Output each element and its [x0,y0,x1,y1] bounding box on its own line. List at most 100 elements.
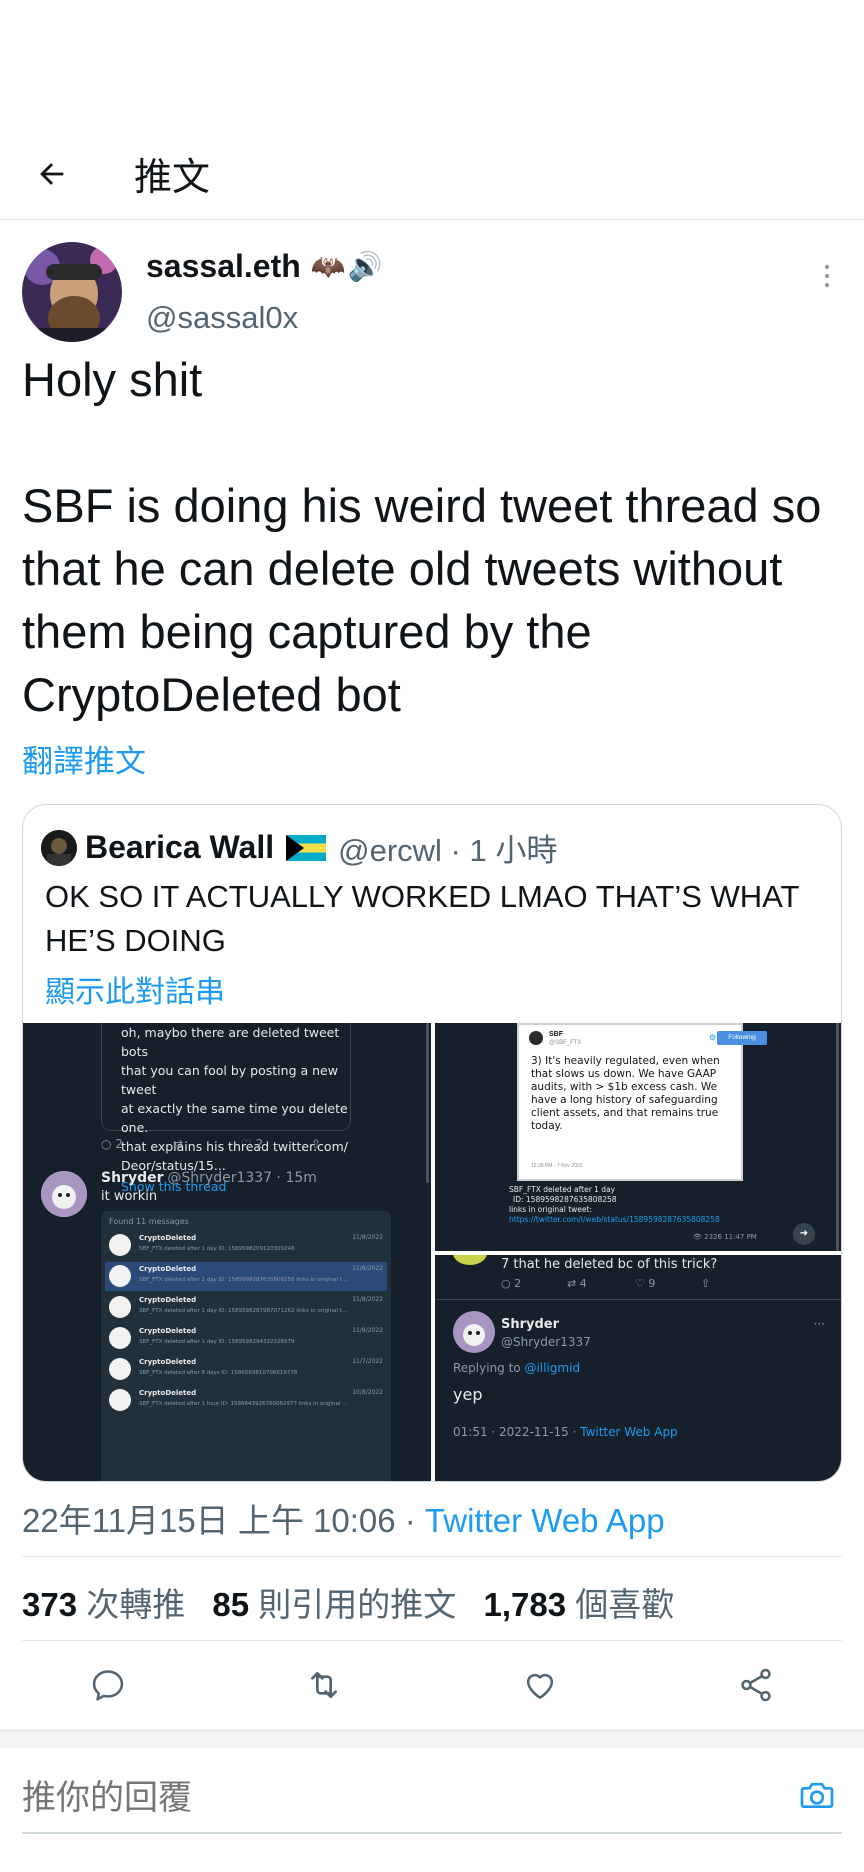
crypto-deleted-desc: SBF_FTX deleted after 1 day ID: 15895982… [139,1277,348,1283]
crypto-deleted-title: CryptoDeleted [139,1265,197,1273]
page-title: 推文 [134,157,211,199]
crypto-deleted-avatar [109,1389,131,1411]
quote-media-grid: oh, maybo there are deleted tweet bots t… [23,1023,841,1481]
crypto-deleted-title: CryptoDeleted [139,1327,197,1335]
like-count-icon: ♡ 2 [241,1137,264,1151]
views-icon: 👁 [693,1233,705,1241]
crypto-deleted-date: 11/7/2022 [352,1358,383,1365]
camera-icon [800,1782,834,1808]
avatar[interactable] [22,242,122,342]
crypto-deleted-desc: SBF_FTX deleted after 1 day ID: 15895982… [139,1246,295,1252]
media-br-source: Twitter Web App [580,1425,678,1439]
crypto-deleted-row: CryptoDeleted 11/7/2022 SBF_FTX deleted af… [105,1355,387,1384]
share-button[interactable] [726,1655,786,1715]
likes-stat[interactable]: 1,783 個喜歡 [483,1586,674,1623]
crypto-deleted-row: CryptoDeleted 11/8/2022 SBF_FTX deleted af… [105,1293,387,1322]
crypto-deleted-date: 11/8/2022 [352,1265,383,1272]
source-link[interactable]: Twitter Web App [425,1502,665,1539]
crypto-deleted-row: CryptoDeleted 10/8/2022 SBF_FTX deleted af… [105,1386,387,1415]
author-handle[interactable]: @sassal0x [146,300,298,336]
media-time: 11:47 PM [724,1233,757,1241]
media-top-text: 7 that he deleted bc of this trick? [501,1257,718,1272]
crypto-deleted-desc: SBF_FTX deleted after 1 day ID: 15895982… [139,1308,348,1314]
media-br-name: Shryder [501,1317,560,1332]
replying-prefix: Replying to [453,1361,525,1375]
crypto-deleted-date: 11/8/2022 [352,1296,383,1303]
crypto-deleted-title: CryptoDeleted [139,1296,197,1304]
quote-avatar [41,829,77,866]
forward-icon: ➜ [793,1223,815,1245]
media-text-line: oh, maybo there are deleted tweet bots [121,1025,340,1059]
crypto-deleted-row: CryptoDeleted 11/8/2022 SBF_FTX deleted af… [105,1231,387,1260]
reply-underline [22,1832,842,1834]
timestamp-text: 22年11月15日 上午 10:06 · [22,1502,425,1539]
media-image-left[interactable]: oh, maybo there are deleted tweet bots t… [23,1023,431,1481]
translate-tweet-link[interactable]: 翻譯推文 [22,736,146,781]
crypto-deleted-title: CryptoDeleted [139,1389,197,1397]
reply-icon [92,1670,124,1701]
crypto-deleted-title: CryptoDeleted [139,1358,197,1366]
sbf-handle: @SBF_FTX [549,1040,582,1046]
caption-link: https://twitter.com/i/web/status/1589598… [509,1215,720,1224]
media-image-top-right[interactable]: SBF @SBF_FTX ⚙ Following 3) It's heavily… [435,1023,841,1251]
media-text-line: that you can fool by posting a new tweet [121,1063,338,1097]
quoted-tweet[interactable]: Bearica Wall @ercwl · 1 小時 OK SO IT ACTU… [22,804,842,1482]
back-button[interactable] [28,150,76,198]
like-icon [526,1673,554,1699]
media-avatar-shryder [41,1171,87,1217]
sbf-name: SBF [549,1031,563,1038]
found-messages-label: Found 11 messages [109,1217,189,1226]
crypto-deleted-avatar [109,1358,131,1380]
media-br-handle: @Shryder1337 [501,1335,591,1349]
sbf-tweet-time: 12:38 PM · 7 Nov 2022 [531,1163,583,1169]
more-options-button[interactable] [812,256,842,296]
show-thread-link[interactable]: 顯示此對話串 [45,967,225,1011]
retweets-stat[interactable]: 373 次轉推 [22,1586,185,1623]
caption-line: ID: 1589598287635808258 [513,1195,617,1204]
like-count-icon: ♡ 9 [635,1277,656,1290]
crypto-deleted-row: CryptoDeleted 11/8/2022 SBF_FTX deleted af… [105,1262,387,1291]
retweet-count-icon: ⇄ [173,1137,184,1151]
share-icon [741,1668,771,1702]
media-reply-handle: @Shryder1337 · 15m [167,1170,317,1186]
crypto-deleted-avatar [109,1234,131,1256]
share-small-icon: ⇧ [311,1137,322,1151]
crypto-deleted-date: 10/8/2022 [352,1389,383,1396]
retweet-count-icon: ⇄ 4 [567,1277,587,1290]
quotes-stat[interactable]: 85 則引用的推文 [212,1586,456,1623]
views-count: 2326 [704,1233,722,1241]
share-small-icon: ⇧ [701,1277,711,1290]
quote-handle: @ercwl · 1 小時 [338,833,558,868]
back-arrow-icon [40,163,64,185]
media-br-text: yep [453,1385,483,1404]
retweet-button[interactable] [294,1655,354,1715]
bahamas-flag-icon [286,834,327,861]
reply-input[interactable] [22,1770,762,1826]
media-text-line: at exactly the same time you delete one. [121,1101,348,1135]
crypto-deleted-date: 11/8/2022 [352,1327,383,1334]
crypto-deleted-row: CryptoDeleted 11/8/2022 SBF_FTX deleted af… [105,1324,387,1353]
media-reply-text: it workin [101,1189,158,1204]
reply-count-icon: ○ 2 [101,1137,123,1151]
more-vertical-icon [825,265,829,269]
like-button[interactable] [510,1655,570,1715]
crypto-deleted-avatar [109,1296,131,1318]
divider [22,1640,842,1641]
sbf-tweet-text: 3) It's heavily regulated, even when tha… [531,1055,720,1132]
tweet-stats: 373 次轉推 85 則引用的推文 1,783 個喜歡 [22,1578,692,1626]
crypto-deleted-desc: SBF_FTX deleted after 8 days ID: 1586569… [139,1370,298,1376]
crypto-deleted-avatar [109,1265,131,1287]
reply-button[interactable] [78,1655,138,1715]
camera-button[interactable] [792,1770,842,1820]
reply-count-icon: ○ 2 [501,1277,522,1290]
action-bar [0,1655,864,1715]
section-separator [0,1730,864,1748]
caption-line: SBF_FTX deleted after 1 day [509,1185,616,1194]
crypto-deleted-desc: SBF_FTX deleted after 1 day ID: 15895982… [139,1339,295,1345]
quote-author-name: Bearica Wall [85,829,275,865]
crypto-deleted-avatar [109,1327,131,1349]
media-image-bottom-right[interactable]: 7 that he deleted bc of this trick? ○ 2 … [435,1255,841,1481]
crypto-deleted-title: CryptoDeleted [139,1234,197,1242]
media-br-meta: 01:51 · 2022-11-15 · [453,1425,581,1439]
display-name[interactable]: sassal.eth [146,248,301,285]
